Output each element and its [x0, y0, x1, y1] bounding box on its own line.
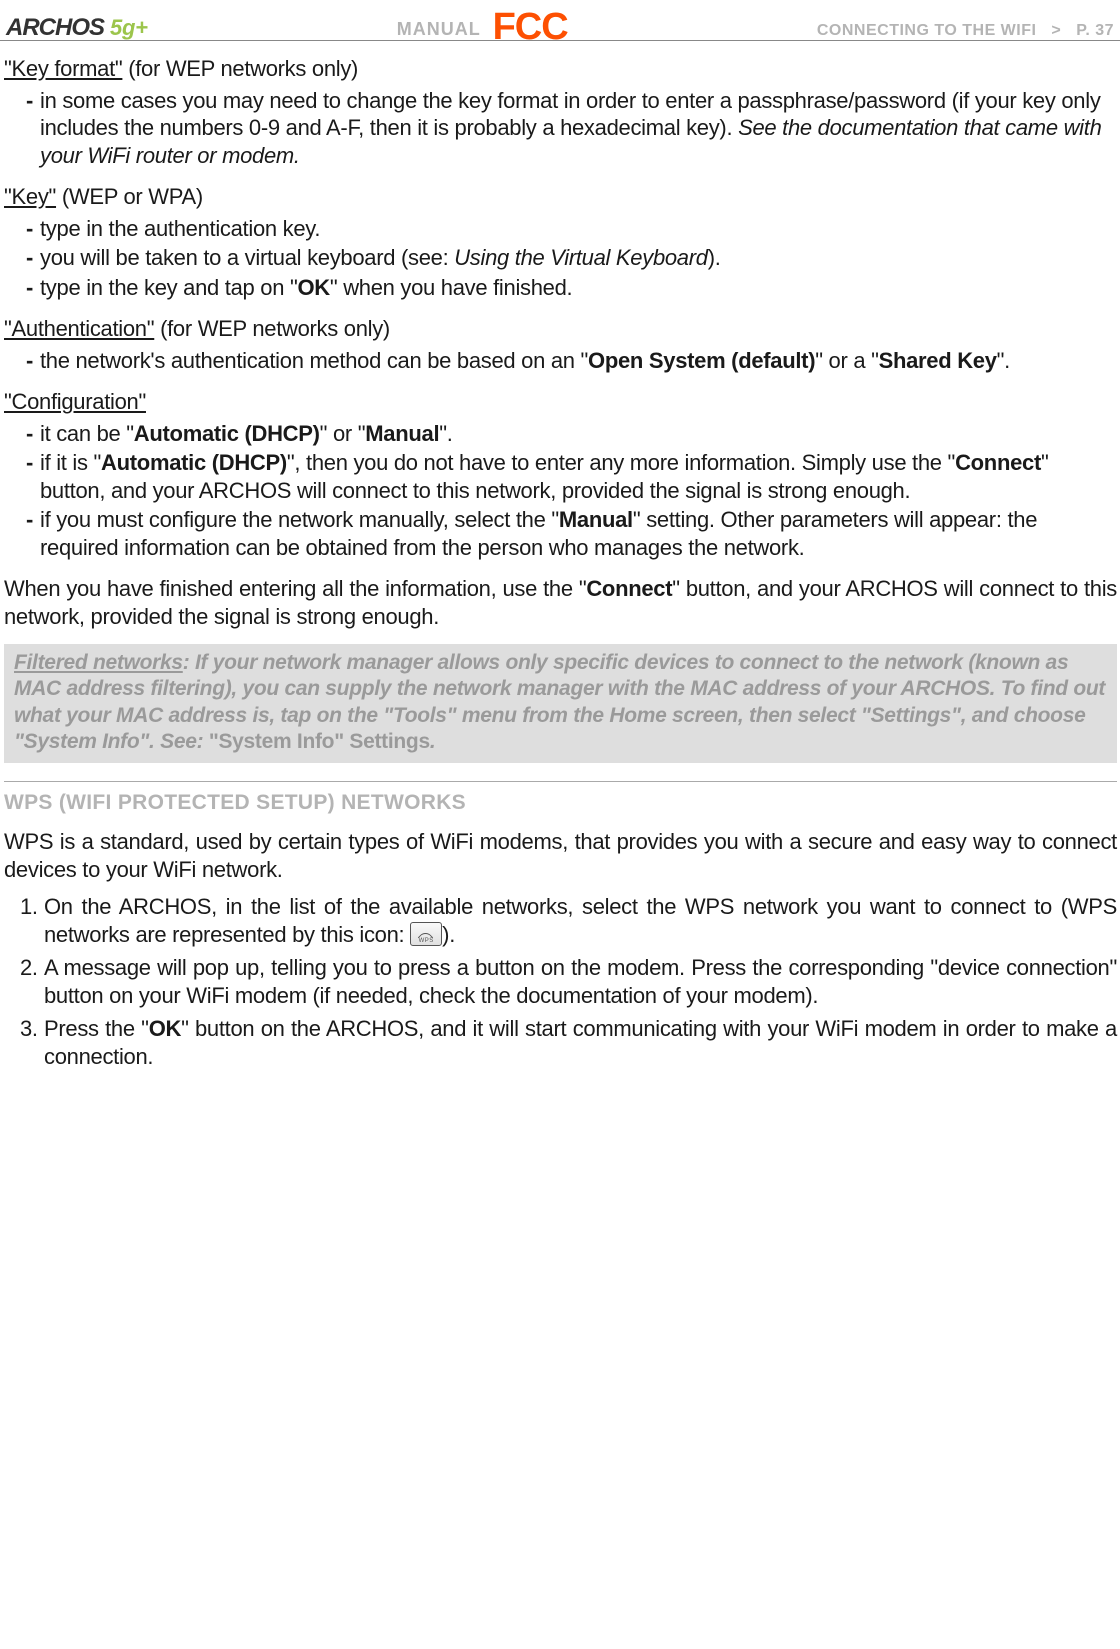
- bullet-list: - it can be "Automatic (DHCP)" or "Manua…: [4, 420, 1117, 562]
- bullet-dash-icon: -: [26, 274, 40, 302]
- breadcrumb-separator: >: [1051, 22, 1061, 39]
- list-text: A message will pop up, telling you to pr…: [44, 954, 1117, 1009]
- page-number: P. 37: [1076, 22, 1114, 39]
- section-label: "Key format": [4, 56, 122, 81]
- section-label: "Key": [4, 184, 56, 209]
- info-lead: Filtered networks: [14, 651, 183, 674]
- wps-icon: WPS: [410, 922, 442, 946]
- paragraph-finish: When you have finished entering all the …: [4, 575, 1117, 630]
- list-item: - if it is "Automatic (DHCP)", then you …: [4, 449, 1117, 504]
- divider: [4, 781, 1117, 782]
- bullet-dash-icon: -: [26, 347, 40, 375]
- list-item: 1. On the ARCHOS, in the list of the ava…: [4, 893, 1117, 948]
- list-number: 3.: [20, 1015, 44, 1070]
- bullet-dash-icon: -: [26, 215, 40, 243]
- bullet-list: - the network's authentication method ca…: [4, 347, 1117, 375]
- info-box-filtered-networks: Filtered networks: If your network manag…: [4, 644, 1117, 763]
- list-item: - the network's authentication method ca…: [4, 347, 1117, 375]
- bullet-dash-icon: -: [26, 87, 40, 170]
- bullet-dash-icon: -: [26, 449, 40, 504]
- page-header: ARCHOS 5g+ MANUAL FCC CONNECTING TO THE …: [0, 4, 1120, 41]
- section-authentication: "Authentication" (for WEP networks only): [4, 315, 1117, 343]
- bullet-dash-icon: -: [26, 506, 40, 561]
- paragraph-wps-intro: WPS is a standard, used by certain types…: [4, 828, 1117, 883]
- section-configuration: "Configuration": [4, 388, 1117, 416]
- list-item: - if you must configure the network manu…: [4, 506, 1117, 561]
- section-label: "Authentication": [4, 316, 154, 341]
- list-text: if it is "Automatic (DHCP)", then you do…: [40, 449, 1117, 504]
- ordered-list: 1. On the ARCHOS, in the list of the ava…: [4, 893, 1117, 1070]
- logo-archos: ARCHOS: [6, 13, 104, 43]
- info-tail: "System Info" Settings: [209, 730, 430, 753]
- fcc-label: FCC: [493, 6, 568, 48]
- list-text: the network's authentication method can …: [40, 347, 1117, 375]
- list-item: - in some cases you may need to change t…: [4, 87, 1117, 170]
- list-text: in some cases you may need to change the…: [40, 87, 1117, 170]
- list-text: if you must configure the network manual…: [40, 506, 1117, 561]
- list-item: - it can be "Automatic (DHCP)" or "Manua…: [4, 420, 1117, 448]
- list-item: - type in the authentication key.: [4, 215, 1117, 243]
- manual-label: MANUAL: [397, 19, 481, 39]
- list-item: 2. A message will pop up, telling you to…: [4, 954, 1117, 1009]
- list-number: 1.: [20, 893, 44, 948]
- brand-logo: ARCHOS 5g+: [6, 13, 148, 43]
- list-text: it can be "Automatic (DHCP)" or "Manual"…: [40, 420, 1117, 448]
- list-text: type in the key and tap on "OK" when you…: [40, 274, 1117, 302]
- list-text: Press the "OK" button on the ARCHOS, and…: [44, 1015, 1117, 1070]
- list-text: type in the authentication key.: [40, 215, 1117, 243]
- bullet-list: - type in the authentication key. - you …: [4, 215, 1117, 302]
- section-context: (for WEP networks only): [154, 316, 390, 341]
- bullet-list: - in some cases you may need to change t…: [4, 87, 1117, 170]
- section-key: "Key" (WEP or WPA): [4, 183, 1117, 211]
- breadcrumb: CONNECTING TO THE WIFI > P. 37: [817, 21, 1114, 41]
- logo-model: 5g+: [110, 14, 148, 42]
- header-center: MANUAL FCC: [148, 4, 817, 52]
- bullet-dash-icon: -: [26, 244, 40, 272]
- section-label: "Configuration": [4, 389, 146, 414]
- section-context: (WEP or WPA): [56, 184, 203, 209]
- page-content: "Key format" (for WEP networks only) - i…: [0, 55, 1120, 1070]
- list-item: 3. Press the "OK" button on the ARCHOS, …: [4, 1015, 1117, 1070]
- list-text: you will be taken to a virtual keyboard …: [40, 244, 1117, 272]
- list-item: - type in the key and tap on "OK" when y…: [4, 274, 1117, 302]
- section-context: (for WEP networks only): [122, 56, 358, 81]
- list-item: - you will be taken to a virtual keyboar…: [4, 244, 1117, 272]
- list-text: On the ARCHOS, in the list of the availa…: [44, 893, 1117, 948]
- bullet-dash-icon: -: [26, 420, 40, 448]
- subheading-wps: WPS (WIFI PROTECTED SETUP) NETWORKS: [4, 790, 1117, 816]
- list-number: 2.: [20, 954, 44, 1009]
- section-name: CONNECTING TO THE WIFI: [817, 22, 1037, 39]
- section-key-format: "Key format" (for WEP networks only): [4, 55, 1117, 83]
